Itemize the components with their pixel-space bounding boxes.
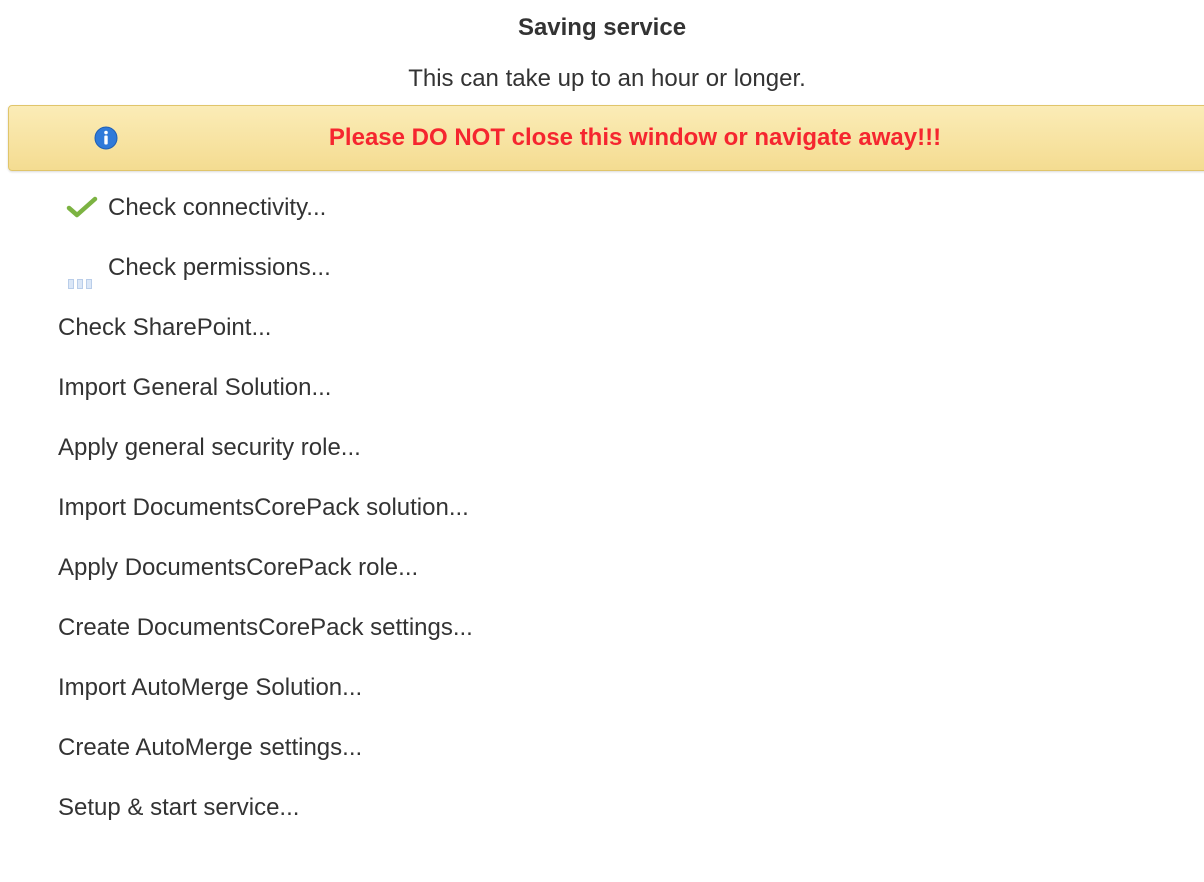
step-label: Check SharePoint... [58, 314, 272, 341]
step-import-documentscorepack-solution: Import DocumentsCorePack solution... [0, 488, 1204, 548]
warning-banner: Please DO NOT close this window or navig… [8, 105, 1204, 171]
dialog-subtitle: This can take up to an hour or longer. [408, 65, 806, 92]
dialog-title: Saving service [517, 14, 687, 41]
step-label: Apply DocumentsCorePack role... [58, 554, 419, 581]
step-create-automerge-settings: Create AutoMerge settings... [0, 728, 1204, 788]
warning-text: Please DO NOT close this window or navig… [328, 124, 942, 151]
checkmark-icon [66, 196, 98, 218]
step-label: Create AutoMerge settings... [58, 734, 363, 761]
progress-steps-list: Check connectivity... Check permissions.… [0, 188, 1204, 848]
step-setup-start-service: Setup & start service... [0, 788, 1204, 848]
step-label: Check connectivity... [108, 194, 327, 221]
step-check-permissions: Check permissions... [0, 248, 1204, 308]
saving-service-dialog: Saving service This can take up to an ho… [0, 0, 1204, 882]
step-check-sharepoint: Check SharePoint... [0, 308, 1204, 368]
step-check-connectivity: Check connectivity... [0, 188, 1204, 248]
step-import-general-solution: Import General Solution... [0, 368, 1204, 428]
step-label: Setup & start service... [58, 794, 300, 821]
progress-dots-icon [68, 262, 102, 289]
step-label: Import General Solution... [58, 374, 332, 401]
step-import-automerge-solution: Import AutoMerge Solution... [0, 668, 1204, 728]
step-label: Apply general security role... [58, 434, 361, 461]
step-label: Check permissions... [108, 254, 331, 281]
step-apply-general-security-role: Apply general security role... [0, 428, 1204, 488]
step-label: Create DocumentsCorePack settings... [58, 614, 473, 641]
step-create-documentscorepack-settings: Create DocumentsCorePack settings... [0, 608, 1204, 668]
step-label: Import DocumentsCorePack solution... [58, 494, 469, 521]
step-apply-documentscorepack-role: Apply DocumentsCorePack role... [0, 548, 1204, 608]
step-label: Import AutoMerge Solution... [58, 674, 363, 701]
